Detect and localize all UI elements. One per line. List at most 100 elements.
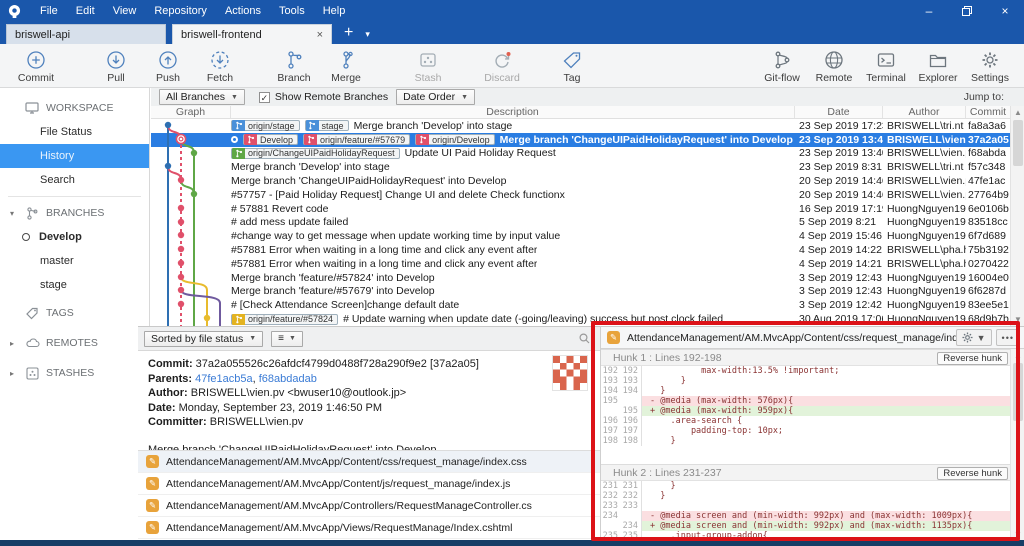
commit-row[interactable]: #change way to get message when update w… <box>151 229 1010 243</box>
branch-badge[interactable]: origin/feature/#57824 <box>231 313 339 325</box>
menu-item-edit[interactable]: Edit <box>67 0 104 22</box>
reverse-hunk-button[interactable]: Reverse hunk <box>937 351 1008 365</box>
sidebar-section-workspace[interactable]: WORKSPACE <box>0 96 149 120</box>
branch-badge[interactable]: origin/feature/#57679 <box>303 134 411 146</box>
committer-label: Committer: <box>148 416 207 428</box>
sidebar-section-branches[interactable]: ▾ BRANCHES <box>0 201 149 225</box>
menu-item-help[interactable]: Help <box>314 0 355 22</box>
restore-button[interactable] <box>948 0 986 22</box>
push-button[interactable]: Push <box>142 44 194 87</box>
sidebar-section-tags[interactable]: TAGS <box>0 301 149 325</box>
commit-row[interactable]: Merge branch 'ChangeUIPaidHolidayRequest… <box>151 174 1010 188</box>
commit-row[interactable]: origin/stage stage Merge branch 'Develop' … <box>151 119 1010 133</box>
discard-button[interactable]: Discard <box>476 44 528 87</box>
scroll-down-icon[interactable]: ▼ <box>1011 528 1024 540</box>
scrollbar-thumb[interactable] <box>1013 120 1023 166</box>
menu-item-view[interactable]: View <box>104 0 146 22</box>
commit-row[interactable]: origin/feature/#57824 # Update warning wh… <box>151 312 1010 326</box>
diff-scrollbar[interactable]: ▲ ▼ <box>1010 349 1024 540</box>
commit-hash-cell: 6f6287d <box>968 285 1006 298</box>
commit-row[interactable]: Merge branch 'Develop' into stage 23 Sep … <box>151 160 1010 174</box>
column-commit[interactable]: Commit <box>966 106 1010 118</box>
tab-dropdown-icon[interactable]: ▾ <box>363 29 378 44</box>
file-row[interactable]: ✎ AttendanceManagement/AM.MvcApp/Content/… <box>138 473 600 495</box>
commit-row[interactable]: #57881 Error when waiting in a long time… <box>151 243 1010 257</box>
diff-line: 233 233 <box>601 501 1012 511</box>
merge-button[interactable]: Merge <box>320 44 372 87</box>
commit-row[interactable]: origin/ChangeUIPaidHolidayRequest Update … <box>151 147 1010 161</box>
column-description[interactable]: Description <box>231 106 795 118</box>
sidebar-branch-master[interactable]: master <box>0 249 149 273</box>
file-row[interactable]: ✎ AttendanceManagement/AM.MvcApp/Views/Re… <box>138 517 600 539</box>
commit-row[interactable]: Merge branch 'feature/#57679' into Devel… <box>151 285 1010 299</box>
terminal-button[interactable]: Terminal <box>860 44 912 87</box>
pull-button[interactable]: Pull <box>90 44 142 87</box>
column-date[interactable]: Date <box>795 106 883 118</box>
menu-item-repository[interactable]: Repository <box>145 0 216 22</box>
commit-row[interactable]: # [Check Attendance Screen]change defaul… <box>151 298 1010 312</box>
branch-badge[interactable]: origin/ChangeUIPaidHolidayRequest <box>231 147 400 159</box>
discard-button-label: Discard <box>484 71 520 84</box>
new-tab-button[interactable]: + <box>332 24 363 44</box>
commit-row[interactable]: # add mess update failed 5 Sep 2019 8:21 H… <box>151 216 1010 230</box>
commit-button[interactable]: Commit <box>10 44 62 87</box>
sort-dropdown[interactable]: Sorted by file status ▼ <box>144 330 264 347</box>
sidebar-branch-develop[interactable]: Develop <box>0 225 149 249</box>
tag-button[interactable]: Tag <box>546 44 598 87</box>
diff-options-button[interactable]: ▼ <box>955 329 992 346</box>
commit-description-cell: Merge branch 'Develop' into stage <box>151 161 795 173</box>
menu-item-tools[interactable]: Tools <box>270 0 314 22</box>
scroll-down-icon[interactable]: ▼ <box>1011 313 1024 326</box>
sidebar-section-stashes[interactable]: ▸ STASHES <box>0 361 149 385</box>
file-row[interactable]: ✎ AttendanceManagement/AM.MvcApp/Content/… <box>138 451 600 473</box>
commit-row[interactable]: Merge branch 'feature/#57824' into Devel… <box>151 271 1010 285</box>
diff-line: 197 197 padding-top: 10px; <box>601 426 1012 436</box>
menu-item-file[interactable]: File <box>31 0 67 22</box>
remote-button[interactable]: Remote <box>808 44 860 87</box>
sidebar-branch-stage[interactable]: stage <box>0 273 149 297</box>
sidebar-item-file-status[interactable]: File Status <box>0 120 149 144</box>
fetch-button-label: Fetch <box>206 71 234 84</box>
settings-button[interactable]: Settings <box>964 44 1016 87</box>
diff-file-path: AttendanceManagement/AM.MvcApp/Content/c… <box>627 331 956 344</box>
branch-badge[interactable]: origin/stage <box>231 120 300 132</box>
column-graph[interactable]: Graph <box>151 106 231 118</box>
repo-tab-briswell-frontend[interactable]: briswell-frontend × <box>172 24 332 44</box>
column-author[interactable]: Author <box>883 106 966 118</box>
sidebar-item-history[interactable]: History <box>0 144 149 168</box>
minimize-button[interactable]: – <box>910 0 948 22</box>
sidebar-section-remotes[interactable]: ▸ REMOTES <box>0 331 149 355</box>
branch-badge[interactable]: Develop <box>243 134 299 146</box>
close-button[interactable]: × <box>986 0 1024 22</box>
scroll-up-icon[interactable]: ▲ <box>1011 349 1024 362</box>
commit-row[interactable]: #57757 - [Paid Holiday Request] Change U… <box>151 188 1010 202</box>
view-options-dropdown[interactable]: ≡ ▼ <box>271 330 303 347</box>
commit-row[interactable]: Develop origin/feature/#57679 origin/Devel… <box>151 132 1010 147</box>
order-filter-dropdown[interactable]: Date Order ▼ <box>396 89 475 105</box>
sidebar-item-search[interactable]: Search <box>0 168 149 192</box>
show-remote-branches-checkbox[interactable]: ✓ Show Remote Branches <box>258 91 388 103</box>
commit-list-scrollbar[interactable]: ▲ ▼ <box>1010 106 1024 326</box>
parent-link-2[interactable]: f68abdadab <box>259 373 317 385</box>
diff-more-button[interactable]: ••• <box>995 329 1020 346</box>
explorer-button[interactable]: Explorer <box>912 44 964 87</box>
reverse-hunk-button[interactable]: Reverse hunk <box>937 466 1008 480</box>
close-tab-icon[interactable]: × <box>303 29 323 41</box>
commit-row[interactable]: # 57881 Revert code 16 Sep 2019 17:19 Huon… <box>151 202 1010 216</box>
stash-button[interactable]: Stash <box>402 44 454 87</box>
chevron-down-icon: ▼ <box>461 93 468 101</box>
git-flow-button[interactable]: Git-flow <box>756 44 808 87</box>
menu-item-actions[interactable]: Actions <box>216 0 270 22</box>
scrollbar-thumb[interactable] <box>1013 363 1023 421</box>
branch-badge[interactable]: origin/Develop <box>415 134 495 146</box>
search-icon[interactable] <box>579 333 590 344</box>
parent-link-1[interactable]: 47fe1acb5a <box>195 373 253 385</box>
file-row[interactable]: ✎ AttendanceManagement/AM.MvcApp/Controll… <box>138 495 600 517</box>
scroll-up-icon[interactable]: ▲ <box>1011 106 1024 119</box>
repo-tab-briswell-api[interactable]: briswell-api <box>6 24 166 44</box>
branch-filter-dropdown[interactable]: All Branches ▼ <box>159 89 245 105</box>
commit-row[interactable]: #57881 Error when waiting in a long time… <box>151 257 1010 271</box>
fetch-button[interactable]: Fetch <box>194 44 246 87</box>
branch-button[interactable]: Branch <box>268 44 320 87</box>
branch-badge[interactable]: stage <box>304 120 349 132</box>
